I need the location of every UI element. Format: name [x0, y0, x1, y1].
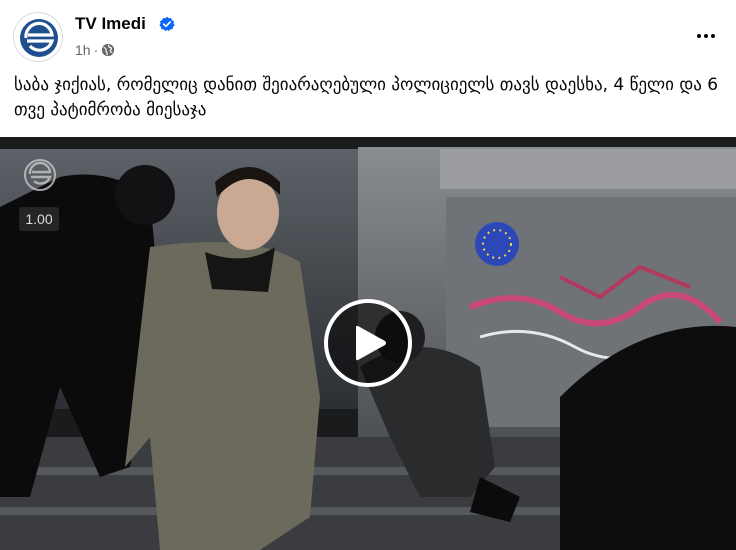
- verified-badge-icon: [159, 16, 175, 32]
- meta-separator: ·: [93, 42, 99, 58]
- video-player[interactable]: 1.00: [0, 137, 736, 550]
- more-options-button[interactable]: [688, 18, 724, 54]
- play-icon: [356, 325, 386, 361]
- post-caption: საბა ჯიქიას, რომელიც დანით შეიარაღებული …: [14, 75, 719, 120]
- playback-speed-badge: 1.00: [19, 207, 59, 231]
- play-button[interactable]: [324, 299, 412, 387]
- page-name-link[interactable]: TV Imedi: [75, 14, 146, 34]
- imedi-logo-icon: [20, 19, 58, 57]
- post-header: TV Imedi 1h ·: [0, 0, 736, 70]
- more-options-icon: [697, 34, 701, 38]
- globe-icon[interactable]: [101, 43, 115, 57]
- page-avatar[interactable]: [13, 12, 63, 62]
- more-dot: [711, 34, 715, 38]
- post-timestamp[interactable]: 1h: [75, 42, 91, 58]
- post-meta: 1h ·: [75, 41, 115, 59]
- more-dot: [704, 34, 708, 38]
- imedi-logo-icon: [24, 159, 56, 191]
